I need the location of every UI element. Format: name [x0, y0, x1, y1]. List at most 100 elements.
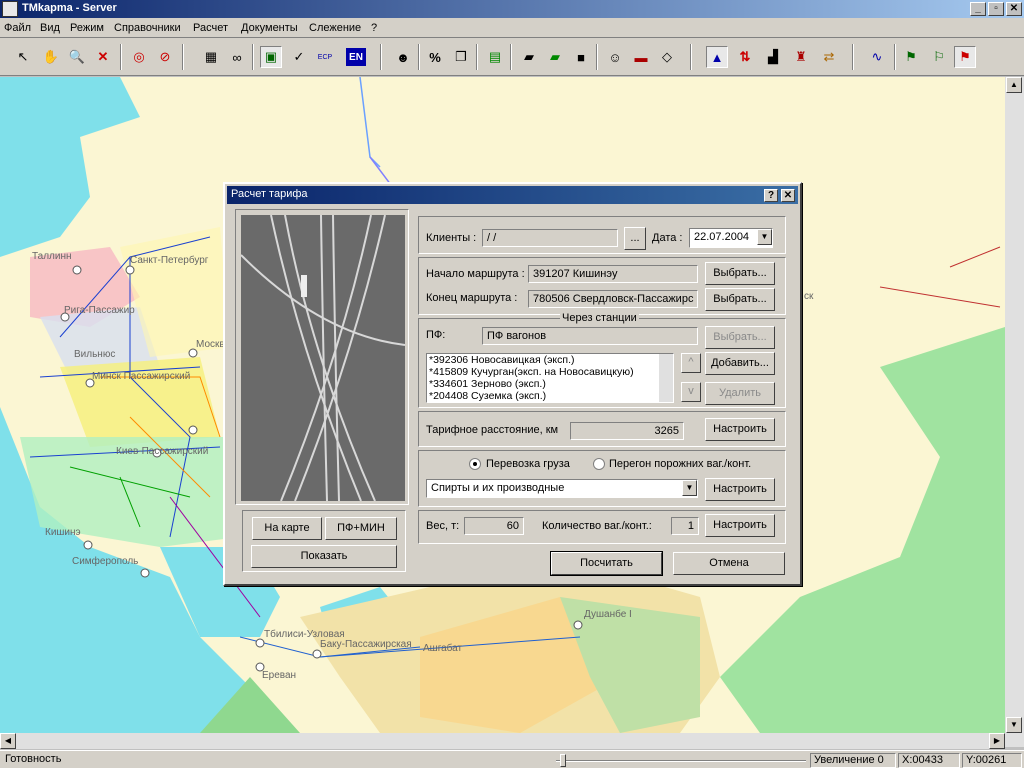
weight-field[interactable]: 60	[464, 517, 524, 535]
scroll-down-button[interactable]: ▼	[1006, 717, 1022, 733]
tools-icon[interactable]: ▬	[630, 46, 652, 68]
en-icon[interactable]: EN	[346, 48, 366, 66]
delete-station-button[interactable]: Удалить	[705, 382, 775, 405]
select-end-button[interactable]: Выбрать...	[705, 288, 775, 311]
list-scrollbar[interactable]	[659, 354, 673, 402]
close-button[interactable]: ✕	[1006, 2, 1022, 16]
menu-help[interactable]: ?	[371, 22, 377, 34]
close-red-icon[interactable]: ✕	[92, 46, 114, 68]
compass-icon[interactable]: ⊘	[154, 46, 176, 68]
maximize-button[interactable]: ▫	[988, 2, 1004, 16]
list-item[interactable]: *415809 Кучурган(эксп. на Новосавицкую)	[427, 366, 673, 378]
minimize-button[interactable]: _	[970, 2, 986, 16]
configure-distance-button[interactable]: Настроить	[705, 418, 775, 441]
menu-file[interactable]: Файл	[4, 22, 31, 34]
select-pf-button[interactable]: Выбрать...	[705, 326, 775, 349]
x-coordinate: X:00433	[898, 753, 960, 768]
vertical-scrollbar[interactable]: ▲ ▼	[1005, 77, 1024, 747]
tower-icon[interactable]: ♜	[790, 46, 812, 68]
menu-references[interactable]: Справочники	[114, 22, 181, 34]
properties-icon[interactable]: ▦	[200, 46, 222, 68]
move-up-button[interactable]: ^	[681, 353, 701, 373]
flag-icon[interactable]: ⚑	[900, 46, 922, 68]
horizontal-scrollbar[interactable]: ◀ ▶	[0, 733, 1005, 749]
pin-icon[interactable]: ⚑	[954, 46, 976, 68]
empty-run-radio[interactable]	[593, 458, 605, 470]
scroll-up-button[interactable]: ▲	[1006, 77, 1022, 93]
user-icon[interactable]: ☺	[604, 46, 626, 68]
city-label: Кишинэ	[45, 527, 81, 538]
exchange-icon[interactable]: ⇄	[818, 46, 840, 68]
triangle-icon[interactable]: ▲	[706, 46, 728, 68]
chevron-down-icon[interactable]: ▼	[682, 480, 697, 496]
show-button[interactable]: Показать	[251, 545, 397, 568]
scroll-left-button[interactable]: ◀	[0, 733, 16, 749]
configure-weight-button[interactable]: Настроить	[705, 514, 775, 537]
cargo-radio-label: Перевозка груза	[486, 458, 570, 470]
books-icon[interactable]: ▰	[544, 46, 566, 68]
menu-view[interactable]: Вид	[40, 22, 60, 34]
flag2-icon[interactable]: ⚐	[928, 46, 950, 68]
cancel-button[interactable]: Отмена	[673, 552, 785, 575]
help-button[interactable]: ?	[764, 189, 778, 202]
pf-min-button[interactable]: ПФ+МИН	[325, 517, 397, 540]
end-station-field[interactable]: 780506 Свердловск-Пассажирс	[528, 290, 698, 308]
zoom-slider[interactable]	[556, 754, 806, 767]
zoom-icon[interactable]: 🔍	[66, 46, 88, 68]
menu-mode[interactable]: Режим	[70, 22, 104, 34]
status-ready: Готовность	[5, 753, 62, 765]
percent-icon[interactable]: %	[424, 46, 446, 68]
cargo-combo[interactable]: Спирты и их производные ▼	[426, 479, 698, 498]
scroll-right-button[interactable]: ▶	[989, 733, 1005, 749]
pointer-icon[interactable]: ↖	[12, 46, 34, 68]
weight-label: Вес, т:	[426, 520, 460, 532]
city-label: Москв	[196, 339, 225, 350]
hand-icon[interactable]: ✋	[40, 46, 62, 68]
dialog-close-button[interactable]: ✕	[781, 189, 795, 202]
ecp-icon[interactable]: ECP	[314, 46, 336, 68]
configure-cargo-button[interactable]: Настроить	[705, 478, 775, 501]
clients-field[interactable]: / /	[482, 229, 618, 247]
calculate-button[interactable]: Посчитать	[550, 551, 663, 576]
via-stations-list[interactable]: *392306 Новосавицкая (эксп.) *415809 Куч…	[426, 353, 674, 403]
chevron-down-icon[interactable]: ▼	[757, 229, 772, 245]
cargo-radio[interactable]	[469, 458, 481, 470]
count-field[interactable]: 1	[671, 517, 699, 535]
pf-field[interactable]: ПФ вагонов	[482, 327, 698, 345]
move-down-button[interactable]: v	[681, 382, 701, 402]
money-icon[interactable]: ▤	[484, 46, 506, 68]
stamp-icon[interactable]: ◇	[656, 46, 678, 68]
via-stations-label: Через станции	[560, 312, 639, 324]
locomotive-icon[interactable]: ▟	[762, 46, 784, 68]
show-on-map-button[interactable]: На карте	[252, 517, 322, 540]
select-start-button[interactable]: Выбрать...	[705, 262, 775, 285]
menu-documents[interactable]: Документы	[241, 22, 298, 34]
zoom-slider-thumb[interactable]	[560, 754, 566, 767]
start-label: Начало маршрута :	[426, 268, 525, 280]
target-icon[interactable]: ◎	[128, 46, 150, 68]
binoculars-icon[interactable]: ∞	[226, 46, 248, 68]
start-station-field[interactable]: 391207 Кишинэу	[528, 265, 698, 283]
date-picker[interactable]: 22.07.2004 ▼	[689, 228, 773, 248]
clients-browse-button[interactable]: ...	[624, 227, 646, 250]
book-icon[interactable]: ▰	[518, 46, 540, 68]
dialog-title: Расчет тарифа	[231, 188, 308, 200]
add-station-button[interactable]: Добавить...	[705, 352, 775, 375]
list-item[interactable]: *334601 Зерново (эксп.)	[427, 378, 673, 390]
person-icon[interactable]: ☻	[392, 46, 414, 68]
title-bar: TMkapma - Server _ ▫ ✕	[0, 0, 1024, 18]
y-coordinate: Y:00261	[962, 753, 1022, 768]
list-item[interactable]: *204408 Суземка (эксп.)	[427, 390, 673, 402]
graph-icon[interactable]: ∿	[866, 46, 888, 68]
copy-icon[interactable]: ❐	[450, 46, 472, 68]
menu-tracking[interactable]: Слежение	[309, 22, 361, 34]
railway-tracks-image	[241, 215, 405, 501]
window-title: TMkapma - Server	[22, 2, 117, 14]
list-item[interactable]: *392306 Новосавицкая (эксп.)	[427, 354, 673, 366]
menu-calculation[interactable]: Расчет	[193, 22, 228, 34]
cube-icon[interactable]: ■	[570, 46, 592, 68]
city-label: Минск Пассажирский	[92, 371, 191, 382]
select-icon[interactable]: ▣	[260, 46, 282, 68]
updown-icon[interactable]: ⇅	[734, 46, 756, 68]
route-icon[interactable]: ✓	[288, 46, 310, 68]
